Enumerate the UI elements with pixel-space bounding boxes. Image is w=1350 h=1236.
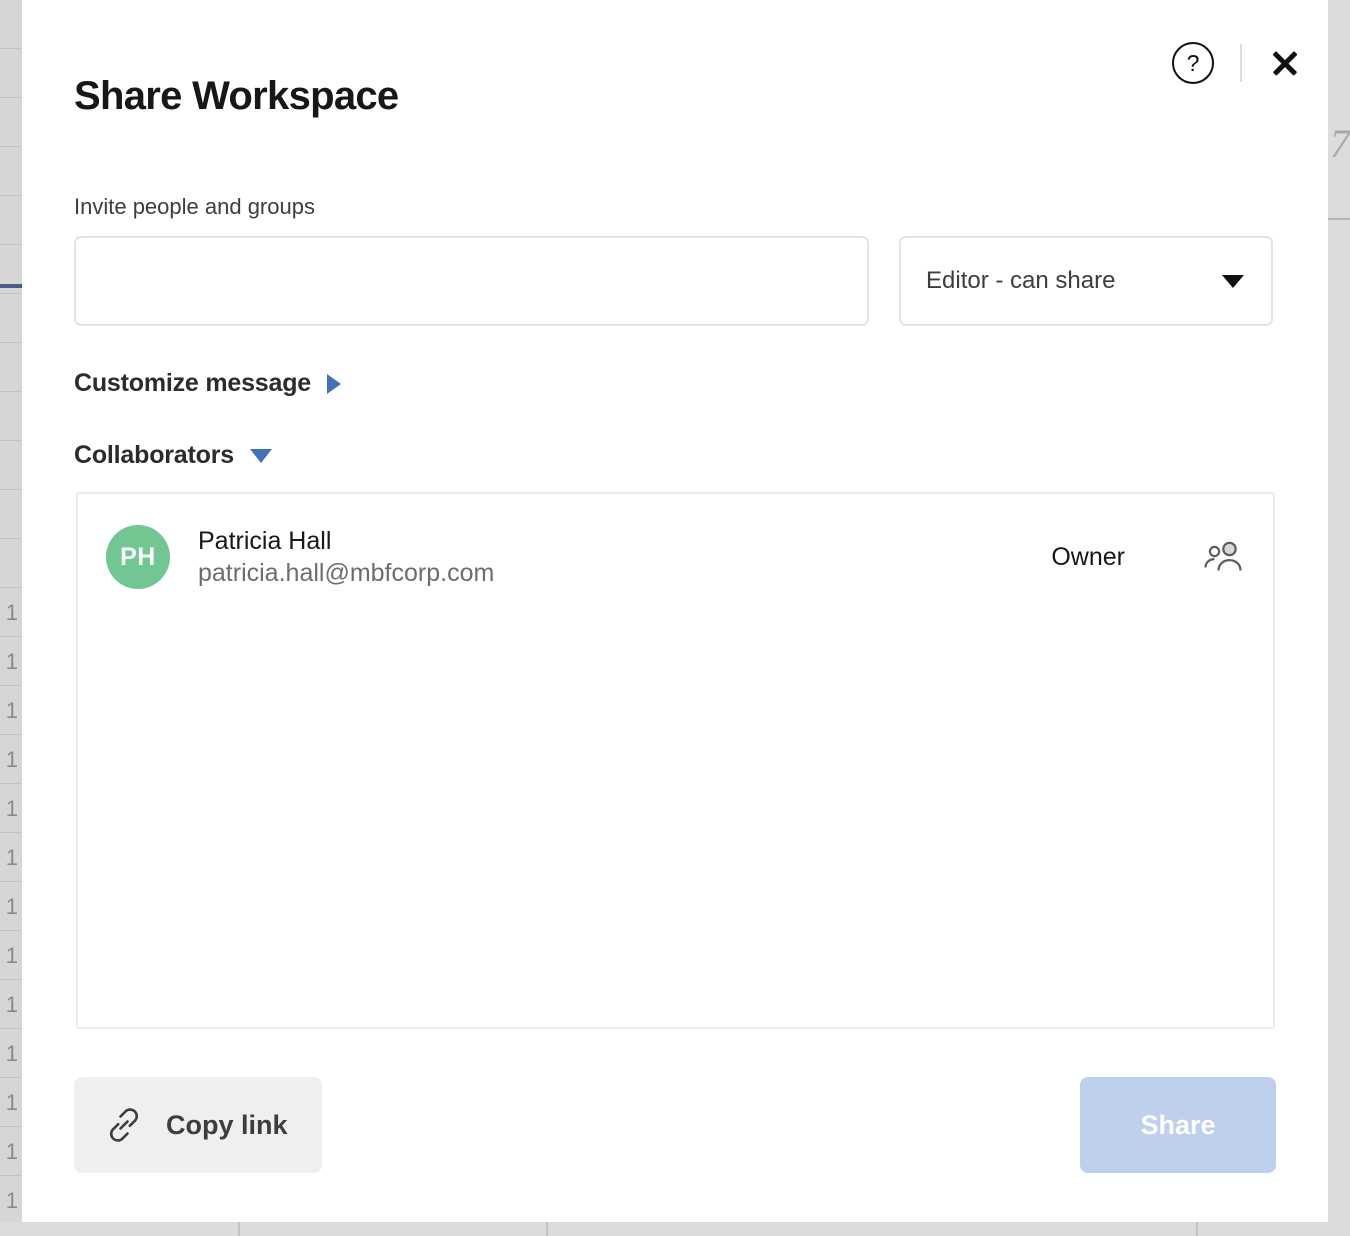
people-group-icon[interactable]	[1203, 540, 1243, 574]
spreadsheet-bottom-strip	[0, 1222, 1350, 1236]
spreadsheet-row-number	[0, 0, 22, 49]
dialog-topbar: ?	[1172, 40, 1302, 86]
spreadsheet-row-number	[0, 441, 22, 490]
collaborator-email: patricia.hall@mbfcorp.com	[198, 557, 1051, 589]
spreadsheet-row-number: 1	[0, 833, 22, 882]
collaborator-role: Owner	[1051, 543, 1125, 572]
collaborator-name: Patricia Hall	[198, 525, 1051, 557]
collaborators-toggle[interactable]: Collaborators	[74, 441, 272, 470]
spreadsheet-row-number	[0, 98, 22, 147]
close-icon[interactable]	[1268, 46, 1302, 80]
spreadsheet-row-number: 1	[0, 588, 22, 637]
copy-link-button[interactable]: Copy link	[74, 1077, 322, 1173]
spreadsheet-row-number: 1	[0, 980, 22, 1029]
spreadsheet-row-number: 1	[0, 686, 22, 735]
spreadsheet-row-number: 1	[0, 1029, 22, 1078]
spreadsheet-row-number: 1	[0, 735, 22, 784]
chevron-down-icon	[1222, 275, 1244, 288]
topbar-divider	[1240, 44, 1242, 82]
spreadsheet-column-divider	[238, 1222, 240, 1236]
spreadsheet-row-number	[0, 147, 22, 196]
spreadsheet-right-mark: 7	[1330, 120, 1350, 167]
spreadsheet-row-number: 1	[0, 1127, 22, 1176]
invite-field-label: Invite people and groups	[74, 194, 315, 220]
spreadsheet-column-divider	[1196, 1222, 1198, 1236]
role-select-value: Editor - can share	[926, 267, 1115, 295]
dialog-footer: Copy link Share	[74, 1077, 1276, 1173]
spreadsheet-row-number	[0, 490, 22, 539]
collaborator-identity: Patricia Hall patricia.hall@mbfcorp.com	[198, 525, 1051, 589]
invite-row: Editor - can share	[74, 236, 1276, 326]
share-workspace-dialog: ? Share Workspace Invite people and grou…	[22, 14, 1328, 1222]
customize-message-label: Customize message	[74, 369, 311, 398]
role-select[interactable]: Editor - can share	[899, 236, 1273, 326]
collaborators-label: Collaborators	[74, 441, 234, 470]
list-item[interactable]: PH Patricia Hall patricia.hall@mbfcorp.c…	[78, 494, 1273, 594]
share-button[interactable]: Share	[1080, 1077, 1276, 1173]
spreadsheet-row-number: 1	[0, 784, 22, 833]
spreadsheet-row-number: 1	[0, 1078, 22, 1127]
avatar: PH	[106, 525, 170, 589]
spreadsheet-row-number	[0, 196, 22, 245]
spreadsheet-row-number	[0, 294, 22, 343]
spreadsheet-row-number	[0, 343, 22, 392]
spreadsheet-column-divider	[546, 1222, 548, 1236]
spreadsheet-row-number: 1	[0, 1176, 22, 1225]
spreadsheet-row-number: 1	[0, 637, 22, 686]
spreadsheet-row-number	[0, 539, 22, 588]
spreadsheet-row-number: 1	[0, 931, 22, 980]
app-root: 1111111111111 7 ? Share Workspace Invite…	[0, 0, 1350, 1236]
triangle-right-icon	[327, 374, 341, 394]
collaborators-list: PH Patricia Hall patricia.hall@mbfcorp.c…	[76, 492, 1275, 1029]
copy-link-label: Copy link	[166, 1110, 288, 1141]
spreadsheet-selection-marker	[0, 284, 22, 288]
help-circle-icon[interactable]: ?	[1172, 42, 1214, 84]
spreadsheet-row-number	[0, 392, 22, 441]
link-icon	[104, 1105, 144, 1145]
customize-message-toggle[interactable]: Customize message	[74, 369, 341, 398]
spreadsheet-row-number: 1	[0, 882, 22, 931]
invite-input[interactable]	[74, 236, 869, 326]
spreadsheet-right-gridline	[1328, 218, 1350, 220]
spreadsheet-row-headers: 1111111111111	[0, 0, 22, 1225]
spreadsheet-row-number	[0, 49, 22, 98]
spreadsheet-right-strip	[1328, 0, 1350, 1236]
page-title: Share Workspace	[74, 74, 398, 119]
triangle-down-icon	[250, 449, 272, 463]
